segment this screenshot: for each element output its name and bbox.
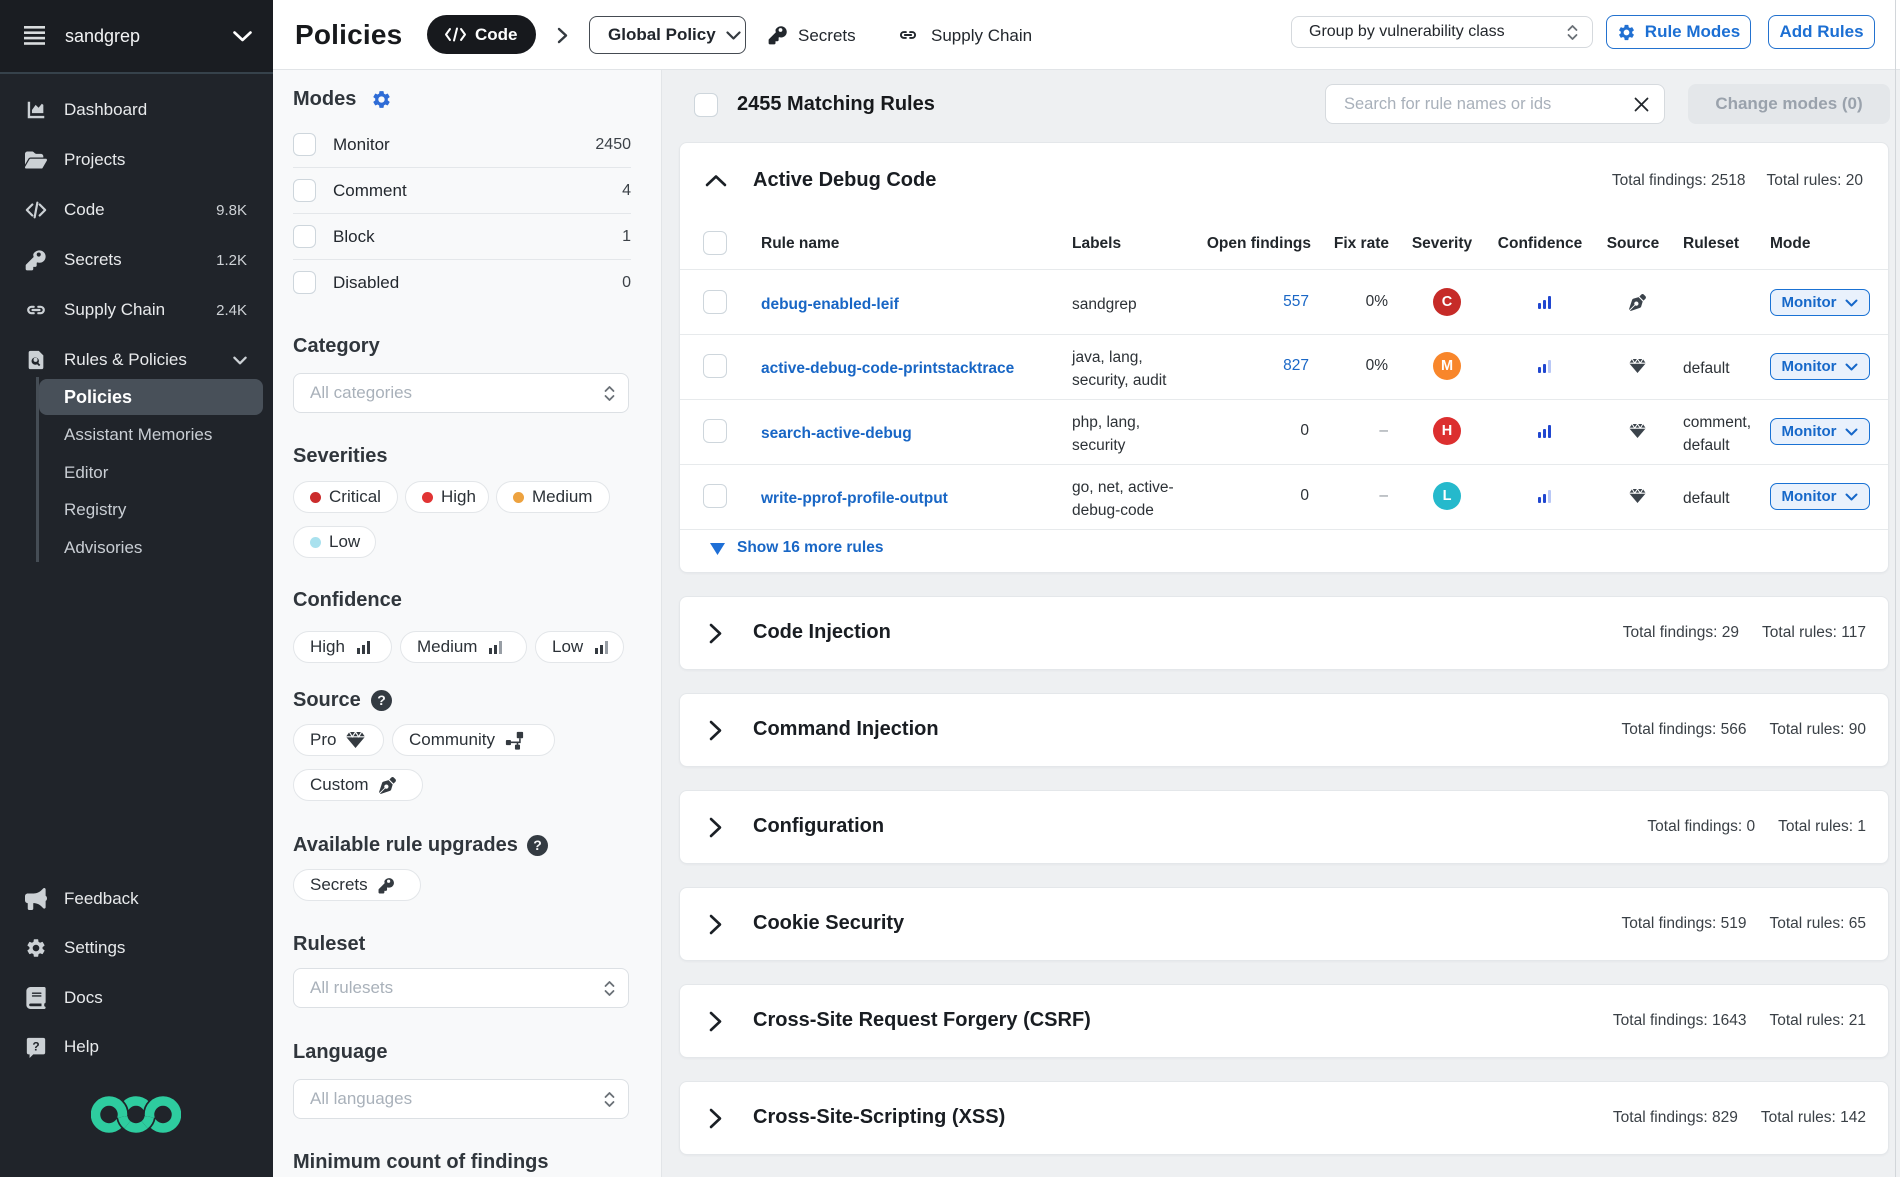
svg-text:?: ?: [32, 1040, 39, 1054]
